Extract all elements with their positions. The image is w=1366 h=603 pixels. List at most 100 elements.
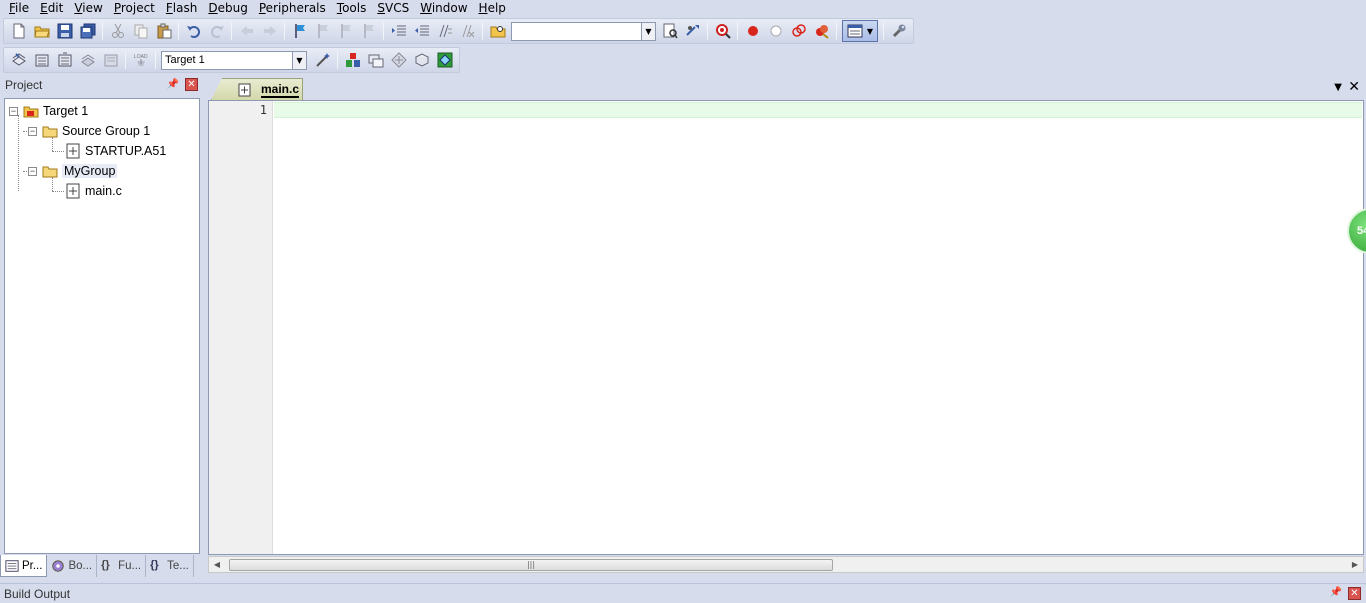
tab-list-dropdown-icon[interactable]: ▼ bbox=[1334, 82, 1342, 93]
menu-tools[interactable]: Tools bbox=[332, 1, 373, 16]
software-packs-button[interactable] bbox=[433, 49, 456, 71]
tab-functions[interactable]: {} Fu... bbox=[97, 555, 147, 577]
translate-button[interactable] bbox=[7, 49, 30, 71]
toolbar-separator bbox=[737, 22, 738, 40]
menu-project[interactable]: Project bbox=[109, 1, 161, 16]
copy-button[interactable] bbox=[129, 20, 152, 42]
manage-components-button[interactable] bbox=[341, 49, 364, 71]
pack-installer-button[interactable] bbox=[410, 49, 433, 71]
menu-peripherals[interactable]: Peripherals bbox=[254, 1, 332, 16]
pin-icon[interactable]: 📌 bbox=[167, 79, 179, 90]
configuration-button[interactable] bbox=[887, 20, 910, 42]
code-editor[interactable]: 1 bbox=[208, 100, 1364, 555]
save-button[interactable] bbox=[53, 20, 76, 42]
green-diamond-icon bbox=[437, 52, 452, 68]
kill-all-breakpoints-button[interactable] bbox=[810, 20, 833, 42]
paste-button[interactable] bbox=[152, 20, 175, 42]
cut-button[interactable] bbox=[106, 20, 129, 42]
find-combo[interactable]: ▼ bbox=[511, 21, 656, 41]
disable-breakpoint-button[interactable] bbox=[764, 20, 787, 42]
build-output-title: Build Output bbox=[4, 587, 71, 601]
batch-build-button[interactable] bbox=[76, 49, 99, 71]
build-toolbar: LOAD Target 1 ▼ bbox=[0, 46, 1366, 74]
tree-connector bbox=[52, 191, 64, 192]
pin-icon[interactable]: 📌 bbox=[1330, 587, 1342, 598]
rebuild-button[interactable] bbox=[53, 49, 76, 71]
find-dropdown-arrow[interactable]: ▼ bbox=[641, 22, 655, 40]
nav-back-button[interactable] bbox=[235, 20, 258, 42]
collapse-toggle[interactable]: − bbox=[28, 166, 37, 176]
collapse-toggle[interactable]: − bbox=[28, 126, 37, 136]
undo-button[interactable] bbox=[182, 20, 205, 42]
menu-edit[interactable]: Edit bbox=[35, 1, 69, 16]
save-all-button[interactable] bbox=[76, 20, 99, 42]
bookmark-toggle-button[interactable] bbox=[288, 20, 311, 42]
project-pane-close-button[interactable]: ✕ bbox=[185, 78, 198, 91]
insert-breakpoint-button[interactable] bbox=[741, 20, 764, 42]
debug-session-button[interactable] bbox=[711, 20, 734, 42]
template-icon: {} bbox=[150, 559, 159, 571]
tree-item-target[interactable]: − Target 1 bbox=[9, 101, 88, 121]
file-extensions-button[interactable] bbox=[364, 49, 387, 71]
open-file-button[interactable] bbox=[30, 20, 53, 42]
nav-forward-button[interactable] bbox=[258, 20, 281, 42]
scroll-right-icon[interactable]: ▶ bbox=[1349, 559, 1361, 571]
disable-all-breakpoints-button[interactable] bbox=[787, 20, 810, 42]
tab-books[interactable]: Bo... bbox=[47, 555, 98, 577]
project-pane-header: Project 📌 ✕ bbox=[0, 76, 203, 94]
tab-templates[interactable]: {} Te... bbox=[146, 555, 194, 577]
target-options-button[interactable] bbox=[311, 49, 334, 71]
scroll-thumb[interactable]: ||| bbox=[229, 559, 833, 571]
tab-main-c[interactable]: main.c bbox=[211, 78, 303, 100]
window-layout-button[interactable]: ▼ bbox=[842, 20, 878, 42]
horizontal-scrollbar[interactable]: ◀ ||| ▶ bbox=[208, 556, 1364, 573]
save-all-icon bbox=[80, 23, 95, 39]
scroll-left-icon[interactable]: ◀ bbox=[211, 559, 223, 571]
build-output-close-button[interactable]: ✕ bbox=[1348, 587, 1361, 600]
select-pack-button[interactable] bbox=[387, 49, 410, 71]
find-in-files-button[interactable] bbox=[486, 20, 509, 42]
menu-help[interactable]: Help bbox=[474, 1, 512, 16]
bookmark-next-button[interactable] bbox=[334, 20, 357, 42]
menu-window[interactable]: Window bbox=[415, 1, 473, 16]
comment-button[interactable] bbox=[433, 20, 456, 42]
indent-button[interactable] bbox=[387, 20, 410, 42]
menu-bar: File Edit View Project Flash Debug Perip… bbox=[0, 0, 1366, 16]
redo-button[interactable] bbox=[205, 20, 228, 42]
breakpoint-icon bbox=[747, 26, 758, 36]
tree-item-group[interactable]: − MyGroup bbox=[28, 161, 118, 181]
close-tab-icon[interactable]: ✕ bbox=[1348, 79, 1360, 95]
menu-flash[interactable]: Flash bbox=[161, 1, 203, 16]
build-icon bbox=[35, 54, 48, 67]
load-button[interactable]: LOAD bbox=[129, 49, 152, 71]
new-file-button[interactable] bbox=[7, 20, 30, 42]
load-icon: LOAD bbox=[134, 54, 148, 66]
magnifier-debug-icon bbox=[715, 24, 731, 39]
find-button[interactable] bbox=[658, 20, 681, 42]
tree-item-group[interactable]: − Source Group 1 bbox=[28, 121, 150, 141]
bookmark-clear-button[interactable] bbox=[357, 20, 380, 42]
arrow-left-icon bbox=[240, 26, 253, 36]
menu-debug[interactable]: Debug bbox=[203, 1, 253, 16]
find-input[interactable] bbox=[512, 22, 640, 40]
toolbar-separator bbox=[707, 22, 708, 40]
bookmark-prev-button[interactable] bbox=[311, 20, 334, 42]
uncomment-button[interactable] bbox=[456, 20, 479, 42]
menu-svcs[interactable]: SVCS bbox=[372, 1, 415, 16]
unindent-button[interactable] bbox=[410, 20, 433, 42]
collapse-toggle[interactable]: − bbox=[9, 106, 18, 116]
incremental-find-button[interactable] bbox=[681, 20, 704, 42]
uncomment-icon bbox=[462, 24, 474, 38]
menu-file[interactable]: File bbox=[4, 1, 35, 16]
tab-project[interactable]: Pr... bbox=[0, 555, 48, 577]
tree-item-file[interactable]: STARTUP.A51 bbox=[65, 141, 166, 161]
stop-build-button[interactable] bbox=[99, 49, 122, 71]
build-button[interactable] bbox=[30, 49, 53, 71]
find-document-icon bbox=[663, 23, 678, 39]
tree-item-file[interactable]: main.c bbox=[65, 181, 122, 201]
menu-view[interactable]: View bbox=[69, 1, 108, 16]
target-dropdown-arrow[interactable]: ▼ bbox=[292, 51, 306, 69]
target-select[interactable]: Target 1 ▼ bbox=[161, 50, 307, 70]
find-arrow-icon bbox=[685, 25, 699, 36]
components-icon bbox=[345, 53, 360, 67]
